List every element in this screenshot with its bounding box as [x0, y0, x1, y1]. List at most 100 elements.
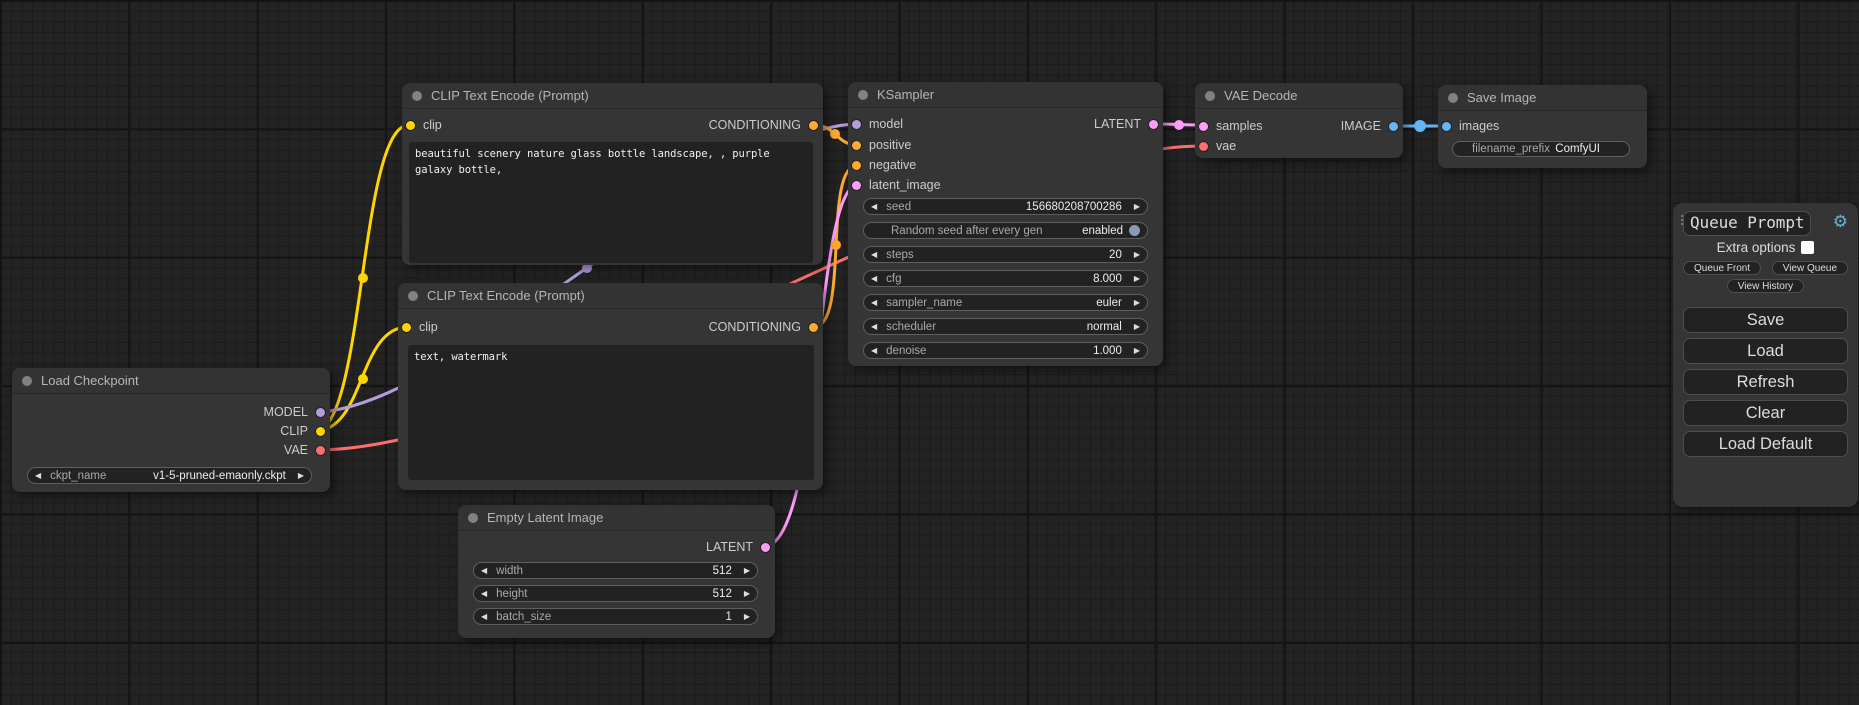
arrow-left-icon[interactable]: ◀: [35, 472, 41, 480]
queue-front-button[interactable]: Queue Front: [1683, 261, 1761, 275]
output-slot-latent[interactable]: LATENT: [706, 538, 770, 556]
arrow-right-icon[interactable]: ▶: [744, 613, 750, 621]
output-slot-dot[interactable]: [761, 543, 770, 552]
output-slot-conditioning[interactable]: CONDITIONING: [709, 116, 818, 134]
input-slot-vae[interactable]: vae: [1199, 137, 1236, 155]
arrow-left-icon[interactable]: ◀: [481, 613, 487, 621]
input-slot-negative[interactable]: negative: [852, 156, 916, 174]
sampler-name-widget[interactable]: ◀ sampler_name euler ▶: [863, 294, 1148, 311]
view-history-button[interactable]: View History: [1727, 279, 1804, 293]
arrow-right-icon[interactable]: ▶: [298, 472, 304, 480]
steps-widget[interactable]: ◀ steps 20 ▶: [863, 246, 1148, 263]
refresh-button[interactable]: Refresh: [1683, 369, 1848, 395]
arrow-left-icon[interactable]: ◀: [871, 323, 877, 331]
input-slot-model[interactable]: model: [852, 115, 903, 133]
node-vae-decode[interactable]: VAE Decode samples vae IMAGE: [1195, 83, 1403, 158]
input-slot-latent-image[interactable]: latent_image: [852, 176, 941, 194]
input-slot-positive[interactable]: positive: [852, 136, 911, 154]
node-save-image[interactable]: Save Image images filename_prefix ComfyU…: [1438, 85, 1647, 168]
arrow-left-icon[interactable]: ◀: [871, 251, 877, 259]
arrow-right-icon[interactable]: ▶: [1134, 323, 1140, 331]
arrow-left-icon[interactable]: ◀: [871, 275, 877, 283]
toggle-dot-icon[interactable]: [1129, 225, 1140, 236]
input-slot-dot[interactable]: [1442, 122, 1451, 131]
prompt-textarea[interactable]: beautiful scenery nature glass bottle la…: [409, 142, 813, 263]
arrow-right-icon[interactable]: ▶: [1134, 203, 1140, 211]
input-slot-dot[interactable]: [402, 323, 411, 332]
output-slot-dot[interactable]: [1389, 122, 1398, 131]
node-clip-text-encode-negative[interactable]: CLIP Text Encode (Prompt) clip CONDITION…: [398, 283, 823, 490]
output-slot-image[interactable]: IMAGE: [1341, 117, 1398, 135]
input-slot-dot[interactable]: [852, 181, 861, 190]
collapse-dot-icon[interactable]: [22, 376, 32, 386]
node-title-bar[interactable]: Save Image: [1438, 85, 1647, 111]
node-title-bar[interactable]: CLIP Text Encode (Prompt): [402, 83, 823, 109]
output-slot-vae[interactable]: VAE: [284, 441, 325, 459]
output-slot-dot[interactable]: [809, 121, 818, 130]
input-slot-dot[interactable]: [852, 161, 861, 170]
output-slot-model[interactable]: MODEL: [264, 403, 325, 421]
arrow-right-icon[interactable]: ▶: [744, 590, 750, 598]
save-button[interactable]: Save: [1683, 307, 1848, 333]
arrow-right-icon[interactable]: ▶: [1134, 275, 1140, 283]
node-title-bar[interactable]: KSampler: [848, 82, 1163, 108]
output-slot-conditioning[interactable]: CONDITIONING: [709, 318, 818, 336]
collapse-dot-icon[interactable]: [858, 90, 868, 100]
arrow-right-icon[interactable]: ▶: [744, 567, 750, 575]
output-slot-dot[interactable]: [316, 427, 325, 436]
height-widget[interactable]: ◀ height 512 ▶: [473, 585, 758, 602]
cfg-widget[interactable]: ◀ cfg 8.000 ▶: [863, 270, 1148, 287]
node-empty-latent-image[interactable]: Empty Latent Image LATENT ◀ width 512 ▶ …: [458, 505, 775, 638]
ckpt-name-widget[interactable]: ◀ ckpt_name v1-5-pruned-emaonly.ckpt ▶: [27, 467, 312, 484]
input-slot-clip[interactable]: clip: [402, 318, 438, 336]
load-button[interactable]: Load: [1683, 338, 1848, 364]
collapse-dot-icon[interactable]: [412, 91, 422, 101]
input-slot-dot[interactable]: [852, 141, 861, 150]
prompt-textarea[interactable]: text, watermark: [408, 345, 814, 480]
arrow-left-icon[interactable]: ◀: [481, 567, 487, 575]
node-ksampler[interactable]: KSampler model positive negative latent_…: [848, 82, 1163, 366]
input-slot-samples[interactable]: samples: [1199, 117, 1263, 135]
output-slot-dot[interactable]: [316, 446, 325, 455]
input-slot-dot[interactable]: [1199, 122, 1208, 131]
input-slot-images[interactable]: images: [1442, 117, 1499, 135]
load-default-button[interactable]: Load Default: [1683, 431, 1848, 457]
input-slot-clip[interactable]: clip: [406, 116, 442, 134]
input-slot-dot[interactable]: [852, 120, 861, 129]
random-seed-toggle-widget[interactable]: Random seed after every gen enabled: [863, 222, 1148, 239]
denoise-widget[interactable]: ◀ denoise 1.000 ▶: [863, 342, 1148, 359]
node-load-checkpoint[interactable]: Load Checkpoint MODEL CLIP VAE ◀ ckpt_na…: [12, 368, 330, 492]
arrow-right-icon[interactable]: ▶: [1134, 251, 1140, 259]
collapse-dot-icon[interactable]: [1205, 91, 1215, 101]
seed-widget[interactable]: ◀ seed 156680208700286 ▶: [863, 198, 1148, 215]
queue-prompt-button[interactable]: Queue Prompt: [1683, 211, 1811, 236]
arrow-left-icon[interactable]: ◀: [871, 299, 877, 307]
arrow-left-icon[interactable]: ◀: [481, 590, 487, 598]
node-title-bar[interactable]: VAE Decode: [1195, 83, 1403, 109]
collapse-dot-icon[interactable]: [468, 513, 478, 523]
node-title-bar[interactable]: Empty Latent Image: [458, 505, 775, 531]
arrow-left-icon[interactable]: ◀: [871, 347, 877, 355]
output-slot-dot[interactable]: [809, 323, 818, 332]
node-clip-text-encode-positive[interactable]: CLIP Text Encode (Prompt) clip CONDITION…: [402, 83, 823, 265]
arrow-right-icon[interactable]: ▶: [1134, 347, 1140, 355]
output-slot-dot[interactable]: [1149, 120, 1158, 129]
node-title-bar[interactable]: CLIP Text Encode (Prompt): [398, 283, 823, 309]
clear-button[interactable]: Clear: [1683, 400, 1848, 426]
output-slot-dot[interactable]: [316, 408, 325, 417]
node-title-bar[interactable]: Load Checkpoint: [12, 368, 330, 394]
output-slot-latent[interactable]: LATENT: [1094, 115, 1158, 133]
collapse-dot-icon[interactable]: [1448, 93, 1458, 103]
gear-icon[interactable]: ⚙: [1833, 213, 1848, 230]
arrow-left-icon[interactable]: ◀: [871, 203, 877, 211]
input-slot-dot[interactable]: [406, 121, 415, 130]
batch-size-widget[interactable]: ◀ batch_size 1 ▶: [473, 608, 758, 625]
view-queue-button[interactable]: View Queue: [1772, 261, 1848, 275]
filename-prefix-widget[interactable]: filename_prefix ComfyUI: [1452, 141, 1630, 157]
arrow-right-icon[interactable]: ▶: [1134, 299, 1140, 307]
extra-options-checkbox[interactable]: [1801, 241, 1814, 254]
input-slot-dot[interactable]: [1199, 142, 1208, 151]
scheduler-widget[interactable]: ◀ scheduler normal ▶: [863, 318, 1148, 335]
width-widget[interactable]: ◀ width 512 ▶: [473, 562, 758, 579]
output-slot-clip[interactable]: CLIP: [280, 422, 325, 440]
